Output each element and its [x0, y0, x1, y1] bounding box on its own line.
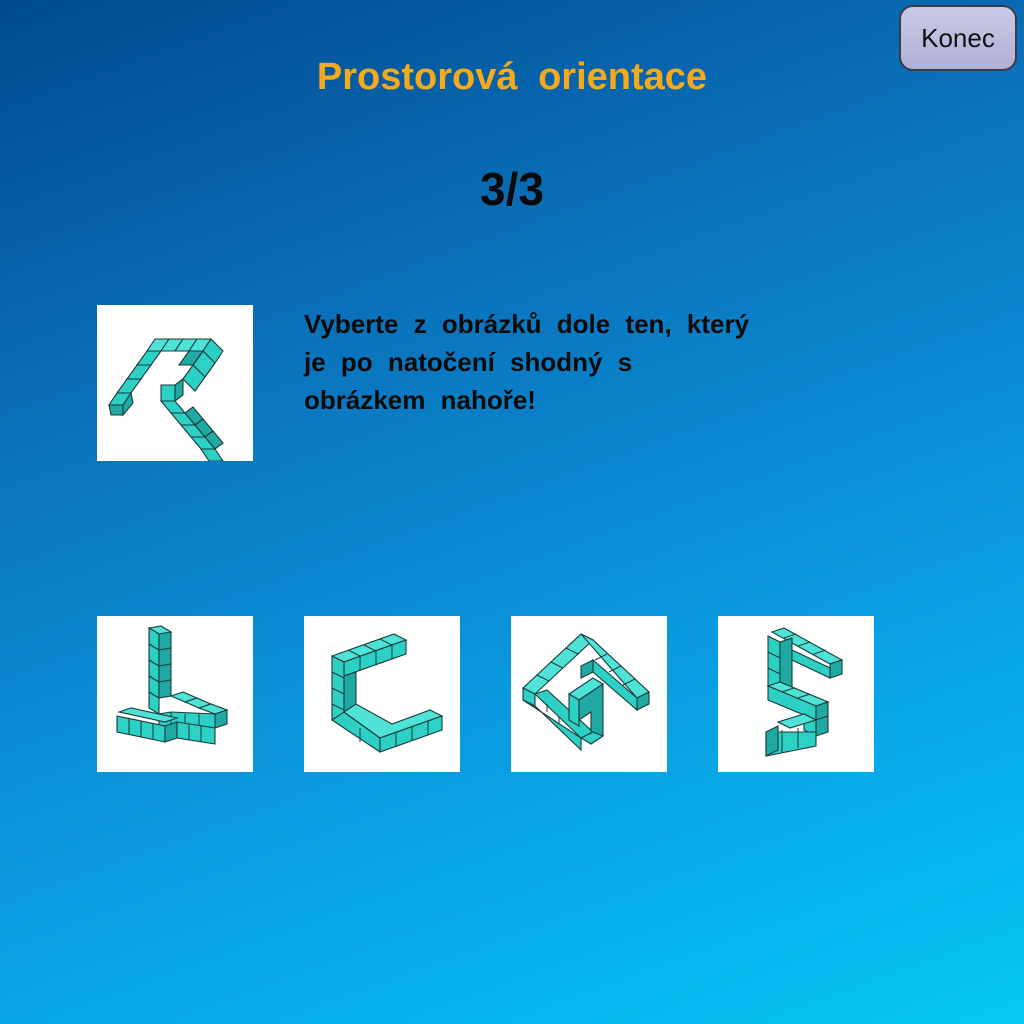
reference-figure-card — [97, 305, 253, 461]
instruction-line-2: je po natočení shodný s — [304, 347, 633, 377]
option-3-card[interactable] — [511, 616, 667, 772]
cube-figure-option-2-icon — [330, 633, 444, 754]
instruction-text: Vyberte z obrázků dole ten, který je po … — [304, 305, 844, 419]
page-title: Prostorová orientace — [316, 56, 708, 98]
option-1-card[interactable] — [97, 616, 253, 772]
option-2-card[interactable] — [304, 616, 460, 772]
question-counter: 3/3 — [480, 163, 544, 215]
instruction-line-3: obrázkem nahoře! — [304, 385, 536, 415]
cube-figure-option-4-icon — [765, 627, 844, 757]
cube-figure-option-3-icon — [522, 633, 650, 752]
instruction-line-1: Vyberte z obrázků dole ten, který — [304, 309, 750, 339]
cube-figure-reference-icon — [107, 338, 224, 461]
cube-figure-option-1-icon — [116, 625, 229, 745]
option-4-card[interactable] — [718, 616, 874, 772]
